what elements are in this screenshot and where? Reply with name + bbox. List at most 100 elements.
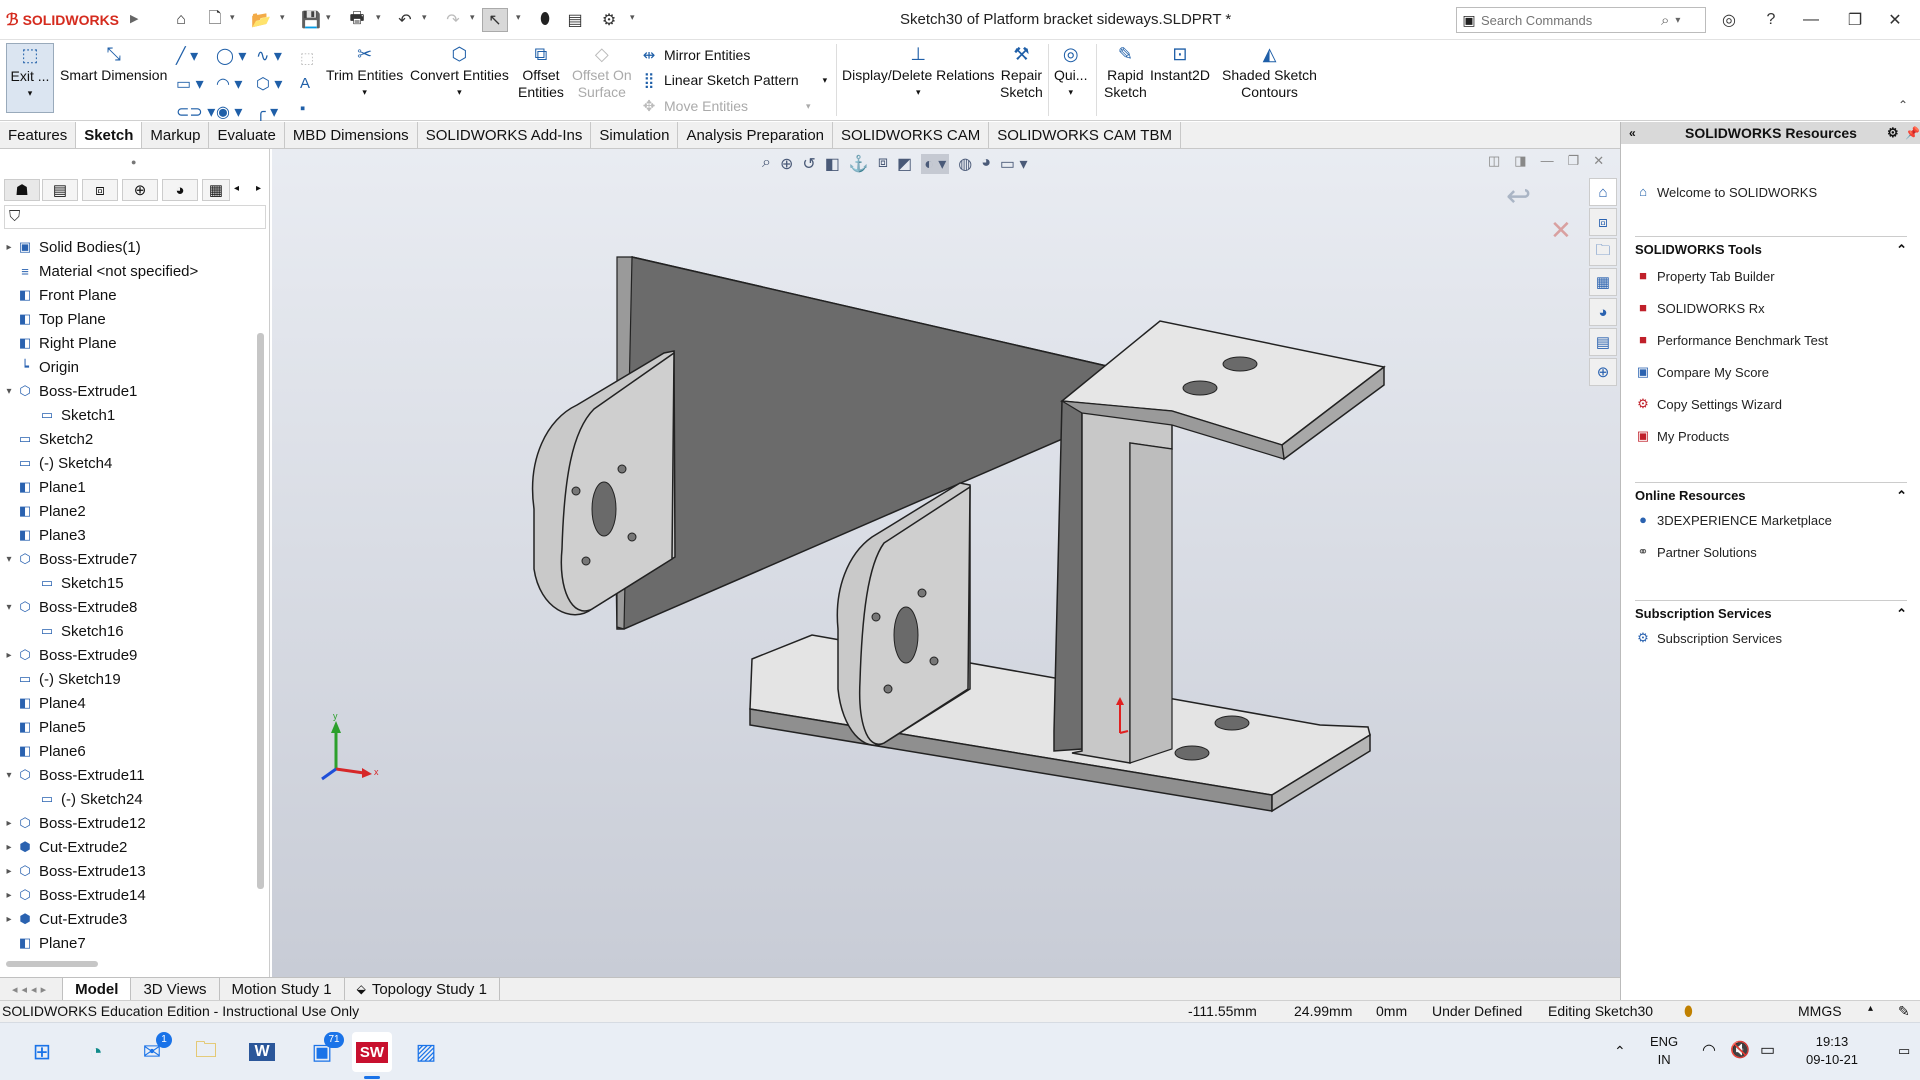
exit-sketch-button[interactable]: ⬚ Exit ... ▾	[6, 43, 54, 113]
tree-expand-icon[interactable]: ▾	[2, 602, 16, 613]
chevron-down-icon[interactable]: ▾	[376, 12, 381, 23]
tree-item[interactable]: ◧ Right Plane	[2, 331, 117, 355]
plane-sketch-icon[interactable]: ⬚	[300, 46, 314, 71]
chevron-down-icon[interactable]: ▾	[516, 12, 521, 23]
filter-box[interactable]: ⛉	[4, 205, 266, 229]
tree-expand-icon[interactable]: ▸	[2, 818, 16, 829]
volume-muted-icon[interactable]: 🔇	[1730, 1040, 1750, 1060]
user-account-icon[interactable]: ◎	[1712, 6, 1746, 34]
mirror-entities-button[interactable]: ⇹ Mirror Entities	[640, 46, 751, 64]
edge-icon[interactable]: ◔	[76, 1032, 116, 1072]
online-section-header[interactable]: Online Resources ⌃	[1635, 482, 1907, 504]
tree-expand-icon[interactable]: ▸	[2, 890, 16, 901]
subscription-section-header[interactable]: Subscription Services ⌃	[1635, 600, 1907, 622]
unit-system[interactable]: MMGS	[1798, 1003, 1842, 1019]
solidworks-logo[interactable]: ℬ SOLIDWORKS	[6, 9, 119, 31]
windows-start-icon[interactable]: ⊞	[22, 1032, 62, 1072]
search-commands-box[interactable]: ▣ ⌕ ▾	[1456, 7, 1706, 33]
tree-item[interactable]: ▭ Sketch1	[24, 403, 115, 427]
tree-item[interactable]: ▭ (-) Sketch19	[2, 667, 121, 691]
chevron-down-icon[interactable]: ▾	[422, 12, 427, 23]
tree-item[interactable]: ▸ ⬢ Cut-Extrude3	[2, 907, 127, 931]
wifi-icon[interactable]: ◠	[1702, 1040, 1716, 1060]
arc-icon[interactable]: ◠ ▾	[216, 74, 256, 94]
tree-item[interactable]: ▾ ⬡ Boss-Extrude8	[2, 595, 137, 619]
pin-icon[interactable]: 📌	[1905, 126, 1920, 140]
tree-item[interactable]: ▸ ⬡ Boss-Extrude14	[2, 883, 145, 907]
search-icon[interactable]: ⌕	[1661, 12, 1669, 29]
tree-item[interactable]: ▸ ⬡ Boss-Extrude13	[2, 859, 145, 883]
tree-item[interactable]: ◧ Plane3	[2, 523, 86, 547]
language-indicator[interactable]: ENG IN	[1650, 1033, 1678, 1069]
chat-icon[interactable]: ▣ 71	[302, 1032, 344, 1072]
tab-3d-views[interactable]: 3D Views	[131, 978, 220, 1000]
tab-scroll-arrows-icon[interactable]: ◂◂◂▸	[0, 978, 64, 1000]
panel-handle-icon[interactable]: ●	[131, 157, 136, 167]
mail-icon[interactable]: ✉ 1	[132, 1032, 172, 1072]
restore-icon[interactable]: ❐	[1838, 6, 1872, 34]
convert-entities-button[interactable]: ⬡ Convert Entities ▾	[410, 43, 509, 101]
configuration-manager-tab-icon[interactable]: ⧈	[82, 179, 118, 201]
offset-entities-button[interactable]: ⧉ Offset Entities	[518, 43, 564, 101]
tab-sketch[interactable]: Sketch	[76, 122, 143, 148]
subscription-services-link[interactable]: ⚙ Subscription Services	[1635, 630, 1782, 646]
chevron-up-icon[interactable]: ⌃	[1896, 488, 1907, 504]
tab-topology-study[interactable]: ⬙ Topology Study 1	[345, 978, 500, 1000]
tree-expand-icon[interactable]: ▸	[2, 866, 16, 877]
tree-item[interactable]: ≡ Material <not specified>	[2, 259, 198, 283]
tree-item[interactable]: ▭ Sketch15	[24, 571, 124, 595]
text-icon[interactable]: A	[300, 71, 314, 96]
file-explorer-tab-icon[interactable]: 🗀	[1589, 238, 1617, 266]
tab-addins[interactable]: SOLIDWORKS Add-Ins	[417, 122, 592, 148]
feature-manager-tab-icon[interactable]: ☗	[4, 179, 40, 201]
point-icon[interactable]: ◉ ▾	[216, 102, 256, 122]
rebuild-status-icon[interactable]: ⬮	[1684, 1003, 1693, 1020]
resources-tab-home-icon[interactable]: ⌂	[1589, 178, 1617, 206]
search-mode-icon[interactable]: ▣	[1457, 12, 1481, 29]
chevron-down-icon[interactable]: ▾	[630, 12, 635, 23]
my-products-link[interactable]: ▣ My Products	[1635, 428, 1729, 444]
smart-dimension-button[interactable]: ⤡ Smart Dimension	[60, 43, 167, 84]
chevron-down-icon[interactable]: ▾	[28, 85, 33, 102]
property-manager-tab-icon[interactable]: ▤	[42, 179, 78, 201]
property-tab-builder-link[interactable]: ■ Property Tab Builder	[1635, 268, 1774, 284]
partner-solutions-link[interactable]: ⚭ Partner Solutions	[1635, 544, 1757, 560]
rebuild-traffic-light-icon[interactable]: ⬮	[532, 8, 558, 32]
tab-analysis-preparation[interactable]: Analysis Preparation	[678, 122, 834, 148]
tree-expand-icon[interactable]: ▸	[2, 914, 16, 925]
chevron-down-icon[interactable]: ▾	[457, 84, 462, 101]
forum-tab-icon[interactable]: ⊕	[1589, 358, 1617, 386]
notifications-icon[interactable]: ▭	[1898, 1043, 1910, 1059]
tree-item[interactable]: ◧ Plane2	[2, 499, 86, 523]
view-palette-tab-icon[interactable]: ▦	[1589, 268, 1617, 296]
tree-item[interactable]: ┕ Origin	[2, 355, 79, 379]
tab-model[interactable]: Model	[63, 978, 132, 1000]
tree-item[interactable]: ▾ ⬡ Boss-Extrude1	[2, 379, 137, 403]
chevron-down-icon[interactable]: ▾	[1675, 15, 1680, 26]
close-icon[interactable]: ✕	[1878, 6, 1912, 34]
tree-item[interactable]: ◧ Plane5	[2, 715, 86, 739]
chevron-down-icon[interactable]: ▾	[362, 84, 367, 101]
line-icon[interactable]: ╱ ▾	[176, 46, 216, 66]
tree-item[interactable]: ▭ (-) Sketch24	[24, 787, 143, 811]
point-small-icon[interactable]: ▪	[300, 96, 314, 121]
circle-icon[interactable]: ◯ ▾	[216, 46, 256, 66]
solidworks-rx-link[interactable]: ■ SOLIDWORKS Rx	[1635, 300, 1765, 316]
chevron-down-icon[interactable]: ▾	[326, 12, 331, 23]
spline-icon[interactable]: ∿ ▾	[256, 46, 296, 66]
help-icon[interactable]: ?	[1754, 6, 1788, 34]
tab-simulation[interactable]: Simulation	[591, 122, 679, 148]
tree-expand-icon[interactable]: ▾	[2, 554, 16, 565]
welcome-link[interactable]: ⌂ Welcome to SOLIDWORKS	[1635, 184, 1817, 200]
tree-item[interactable]: ▸ ⬡ Boss-Extrude9	[2, 643, 137, 667]
chevron-up-icon[interactable]: ⌃	[1896, 606, 1907, 622]
units-chevron-icon[interactable]: ▴	[1868, 1003, 1873, 1014]
home-icon[interactable]: ⌂	[168, 8, 194, 32]
linear-sketch-pattern-button[interactable]: ⣿ Linear Sketch Pattern ▾	[640, 71, 828, 89]
tree-item[interactable]: ◧ Front Plane	[2, 283, 117, 307]
tree-item[interactable]: ▸ ⬢ Cut-Extrude2	[2, 835, 127, 859]
select-pointer-icon[interactable]: ↖	[482, 8, 508, 32]
quick-snaps-button[interactable]: ◎ Qui... ▾	[1054, 43, 1087, 101]
repair-sketch-button[interactable]: ⚒ Repair Sketch	[1000, 43, 1043, 101]
tab-solidworks-cam[interactable]: SOLIDWORKS CAM	[833, 122, 990, 148]
